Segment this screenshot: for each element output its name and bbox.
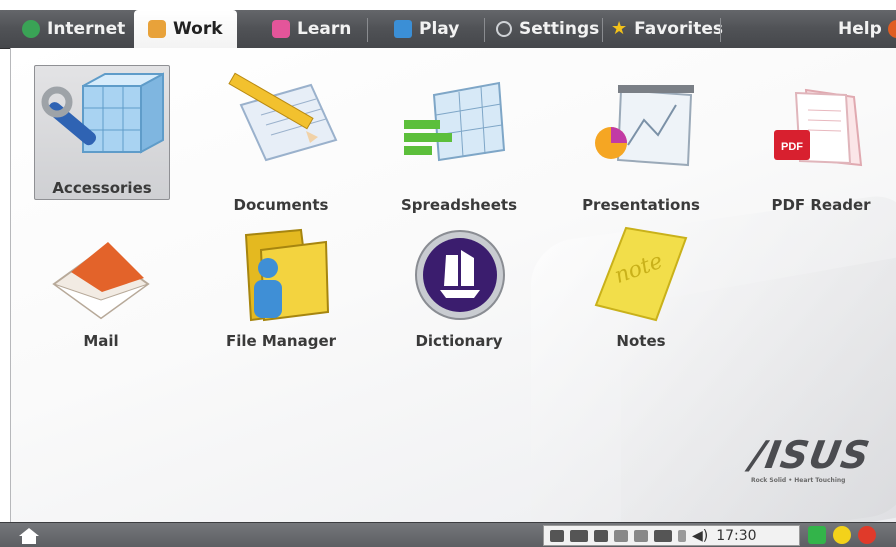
tab-bar-top-strip [0, 0, 896, 10]
app-spreadsheets[interactable]: Spreadsheets [384, 65, 534, 214]
tab-help[interactable]: Help [838, 12, 896, 46]
brand-logo: /ISUS [747, 433, 874, 477]
green-status-icon[interactable] [808, 526, 826, 544]
notes-icon: note [594, 226, 688, 322]
tab-separator [602, 18, 603, 42]
tab-work[interactable]: Work [134, 10, 237, 48]
presentations-icon [595, 85, 694, 167]
image-icon[interactable] [634, 529, 648, 542]
tab-label: Settings [519, 19, 600, 39]
app-label: File Manager [225, 332, 337, 350]
home-icon[interactable] [18, 527, 40, 545]
app-presentations[interactable]: Presentations [566, 65, 716, 214]
top-tab-bar: Internet Work Learn Play Settings ★ Favo… [0, 0, 896, 49]
brand-tagline: Rock Solid • Heart Touching [751, 477, 846, 484]
accessories-icon [41, 72, 164, 154]
settings-icon [496, 21, 512, 37]
power-icon[interactable] [858, 526, 876, 544]
asus-logo: /ISUS Rock Solid • Heart Touching [747, 433, 881, 484]
app-pdf-reader[interactable]: PDF PDF Reader [746, 65, 896, 214]
globe-icon [22, 20, 40, 38]
app-label: Accessories [52, 179, 152, 197]
display-icon[interactable] [614, 529, 628, 542]
app-dictionary[interactable]: Dictionary [384, 220, 534, 355]
tab-label: Work [173, 19, 223, 39]
wifi-icon[interactable] [594, 529, 608, 542]
help-icon [887, 20, 896, 38]
file-manager-icon [244, 228, 330, 322]
spreadsheets-icon [404, 81, 506, 162]
app-file-manager[interactable]: File Manager [206, 220, 356, 355]
keyboard-icon[interactable] [654, 529, 672, 542]
learn-icon [272, 20, 290, 38]
app-label: Presentations [582, 196, 700, 214]
menu-icon[interactable] [678, 529, 686, 542]
tab-label: Help [838, 19, 882, 39]
battery-icon[interactable] [570, 529, 588, 542]
tab-separator [367, 18, 368, 42]
app-label: Documents [233, 196, 329, 214]
app-documents[interactable]: Documents [206, 65, 356, 214]
app-notes[interactable]: note Notes [566, 220, 716, 355]
work-icon [148, 20, 166, 38]
tab-internet[interactable]: Internet [22, 12, 125, 46]
pdf-reader-icon: PDF [774, 88, 863, 167]
app-launcher-area: Accessories Documents Spreadsheets Prese… [10, 48, 896, 522]
tab-separator [720, 18, 721, 42]
network-icon[interactable] [550, 529, 564, 542]
tab-label: Learn [297, 19, 352, 39]
app-accessories[interactable]: Accessories [34, 65, 170, 200]
star-icon: ★ [611, 18, 628, 39]
bottom-taskbar: ◀) 17:30 [0, 522, 896, 547]
tab-label: Internet [47, 19, 126, 39]
pdf-badge-text: PDF [781, 141, 803, 153]
app-label: PDF Reader [771, 196, 871, 214]
app-label: Dictionary [415, 332, 503, 350]
smiley-icon[interactable] [833, 526, 851, 544]
play-icon [394, 20, 412, 38]
tab-favorites[interactable]: ★ Favorites [611, 12, 723, 46]
tab-separator [484, 18, 485, 42]
tab-label: Play [419, 19, 460, 39]
app-mail[interactable]: Mail [26, 220, 176, 355]
app-label: Mail [83, 332, 119, 350]
tab-play[interactable]: Play [394, 12, 459, 46]
tab-settings[interactable]: Settings [496, 12, 599, 46]
tab-learn[interactable]: Learn [272, 12, 351, 46]
system-tray: ◀) 17:30 [543, 525, 800, 546]
app-label: Spreadsheets [400, 196, 518, 214]
dictionary-icon [415, 230, 505, 320]
app-label: Notes [616, 332, 666, 350]
clock[interactable]: 17:30 [716, 528, 756, 544]
tab-label: Favorites [634, 19, 723, 39]
volume-icon[interactable]: ◀) [692, 528, 708, 544]
mail-icon [52, 242, 150, 320]
documents-icon [228, 72, 338, 162]
